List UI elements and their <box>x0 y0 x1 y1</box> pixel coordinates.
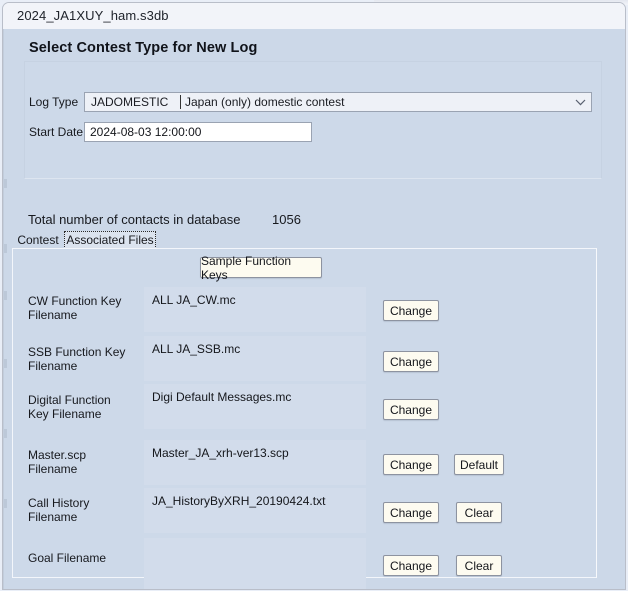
contest-type-group <box>24 61 602 179</box>
ssb-function-key-label-line2: Filename <box>28 359 78 373</box>
app-root: 2024_JA1XUY_ham.s3db Select Contest Type… <box>0 0 628 591</box>
call-history-label-line1: Call History <box>28 496 90 510</box>
cw-function-key-label-line1: CW Function Key <box>28 294 122 308</box>
cw-change-button[interactable]: Change <box>383 300 439 321</box>
tab-contest[interactable]: Contest <box>12 231 64 249</box>
start-date-input[interactable]: 2024-08-03 12:00:00 <box>84 122 312 142</box>
total-contacts-label: Total number of contacts in database <box>28 212 241 227</box>
tab-associated-files[interactable]: Associated Files <box>64 231 156 249</box>
digital-function-key-label: Digital Function Key Filename <box>28 393 148 421</box>
dialog-window: 2024_JA1XUY_ham.s3db Select Contest Type… <box>2 2 626 590</box>
title-bar: 2024_JA1XUY_ham.s3db <box>3 3 625 29</box>
call-history-value-field: JA_HistoryByXRH_20190424.txt <box>144 488 366 533</box>
master-scp-label: Master.scp Filename <box>28 448 148 476</box>
cw-function-key-label: CW Function Key Filename <box>28 294 148 322</box>
cw-function-key-label-line2: Filename <box>28 308 78 322</box>
left-gutter <box>4 29 7 589</box>
start-date-label: Start Date <box>29 125 84 139</box>
digital-function-key-label-line2: Key Filename <box>28 407 102 421</box>
ssb-function-key-label: SSB Function Key Filename <box>28 345 148 373</box>
digital-function-key-value: Digi Default Messages.mc <box>152 390 292 404</box>
goal-clear-button[interactable]: Clear <box>456 555 502 576</box>
ssb-change-button[interactable]: Change <box>383 351 439 372</box>
master-scp-label-line1: Master.scp <box>28 448 87 462</box>
call-history-clear-button[interactable]: Clear <box>456 502 502 523</box>
digital-function-key-value-field: Digi Default Messages.mc <box>144 384 366 429</box>
log-type-code: JADOMESTIC <box>91 95 169 109</box>
master-scp-value-field: Master_JA_xrh-ver13.scp <box>144 440 366 485</box>
page-title: Select Contest Type for New Log <box>29 40 258 56</box>
master-scp-default-button[interactable]: Default <box>454 454 504 475</box>
ssb-function-key-label-line1: SSB Function Key <box>28 345 126 359</box>
ssb-function-key-value-field: ALL JA_SSB.mc <box>144 336 366 381</box>
goal-filename-label: Goal Filename <box>28 551 148 565</box>
log-type-description: Japan (only) domestic contest <box>185 95 345 109</box>
cw-function-key-value: ALL JA_CW.mc <box>152 293 236 307</box>
master-scp-label-line2: Filename <box>28 462 78 476</box>
cw-function-key-value-field: ALL JA_CW.mc <box>144 287 366 332</box>
ssb-function-key-value: ALL JA_SSB.mc <box>152 342 241 356</box>
log-type-label: Log Type <box>29 95 79 109</box>
call-history-label-line2: Filename <box>28 510 78 524</box>
master-scp-change-button[interactable]: Change <box>383 454 439 475</box>
total-contacts-count: 1056 <box>272 212 301 227</box>
master-scp-value: Master_JA_xrh-ver13.scp <box>152 446 289 460</box>
dialog-client-area: Select Contest Type for New Log Log Type… <box>3 29 625 589</box>
call-history-value: JA_HistoryByXRH_20190424.txt <box>152 494 326 508</box>
goal-filename-value-field <box>144 538 366 589</box>
digital-function-key-label-line1: Digital Function <box>28 393 111 407</box>
sample-function-keys-button[interactable]: Sample Function Keys <box>200 254 322 282</box>
start-date-value: 2024-08-03 12:00:00 <box>90 125 202 139</box>
goal-change-button[interactable]: Change <box>383 555 439 576</box>
call-history-change-button[interactable]: Change <box>383 502 439 523</box>
digital-change-button[interactable]: Change <box>383 399 439 420</box>
window-title: 2024_JA1XUY_ham.s3db <box>17 8 169 23</box>
chevron-down-icon[interactable] <box>569 93 591 111</box>
log-type-combobox[interactable]: JADOMESTIC Japan (only) domestic contest <box>84 92 592 112</box>
call-history-label: Call History Filename <box>28 496 148 524</box>
goal-filename-label-line1: Goal Filename <box>28 551 107 565</box>
